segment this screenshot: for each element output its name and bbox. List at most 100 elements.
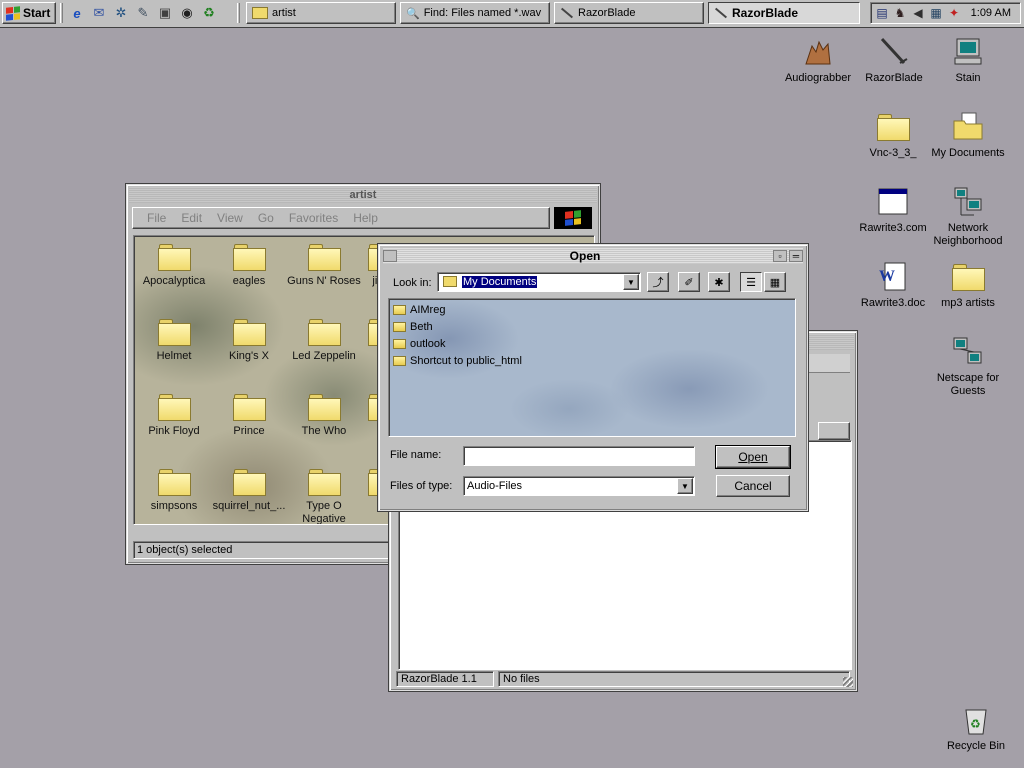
desktop-button[interactable]: ✐	[678, 272, 700, 292]
desktop-icon-audiograbber[interactable]: Audiograbber	[778, 35, 858, 85]
task-label: RazorBlade	[578, 7, 636, 19]
folder-item[interactable]: simpsons	[134, 469, 214, 513]
zoom-box-icon[interactable]: ▫	[773, 250, 787, 262]
file-name-input[interactable]	[463, 446, 695, 466]
folder-item[interactable]: eagles	[209, 244, 289, 288]
task-razorblade-active[interactable]: RazorBlade	[708, 2, 860, 24]
folder-label: simpsons	[150, 500, 198, 512]
winamp-icon[interactable]: ◉	[178, 4, 196, 22]
details-view-button[interactable]: ▦	[764, 272, 786, 292]
network-neighborhood-icon	[951, 185, 985, 219]
desktop-icon-my-documents[interactable]: My Documents	[928, 110, 1008, 160]
menu-go[interactable]: Go	[258, 211, 274, 225]
outlook-icon[interactable]: ✉	[90, 4, 108, 22]
menu-help[interactable]: Help	[353, 211, 378, 225]
folder-icon	[158, 469, 191, 496]
files-of-type-dropdown[interactable]: Audio-Files ▼	[463, 476, 695, 496]
start-button[interactable]: Start	[2, 2, 56, 24]
menu-file[interactable]: File	[147, 211, 166, 225]
program-icon	[876, 185, 910, 219]
icon-label: Rawrite3.doc	[860, 297, 926, 309]
status-version-text: RazorBlade 1.1	[401, 673, 477, 685]
status-text: 1 object(s) selected	[137, 544, 233, 556]
menu-view[interactable]: View	[217, 211, 243, 225]
speaker-icon[interactable]: ◀	[910, 5, 926, 21]
list-item[interactable]: Beth	[393, 319, 433, 335]
windows-throbber-icon	[554, 207, 592, 229]
collapse-box-icon[interactable]: ═	[789, 250, 803, 262]
task-find-files[interactable]: 🔍 Find: Files named *.wav	[400, 2, 550, 24]
task-artist[interactable]: artist	[246, 2, 396, 24]
desktop-icon-rawrite3-doc[interactable]: W Rawrite3.doc	[853, 260, 933, 310]
desktop-icon-recycle-bin[interactable]: ♻ Recycle Bin	[936, 703, 1016, 753]
notepad-icon[interactable]: ✎	[134, 4, 152, 22]
folder-icon	[158, 244, 191, 271]
cancel-button[interactable]: Cancel	[716, 475, 790, 497]
folder-label: squirrel_nut_...	[212, 500, 286, 512]
desktop-icon-vnc[interactable]: Vnc-3_3_	[853, 110, 933, 160]
system-tray: ▤ ♞ ◀ ▦ ✦ 1:09 AM	[870, 2, 1021, 24]
task-razorblade[interactable]: RazorBlade	[554, 2, 704, 24]
channels-icon[interactable]: ♻	[200, 4, 218, 22]
folder-item[interactable]: squirrel_nut_...	[209, 469, 289, 513]
open-button[interactable]: Open	[715, 445, 791, 469]
folder-label: eagles	[232, 275, 266, 287]
shortcut-folder-icon	[393, 356, 406, 366]
folder-item[interactable]: Helmet	[134, 319, 214, 363]
list-item[interactable]: Shortcut to public_html	[393, 353, 522, 369]
desktop-icon-mp3-artists[interactable]: mp3 artists	[928, 260, 1008, 310]
folder-item[interactable]: Prince	[209, 394, 289, 438]
razor-icon	[560, 7, 574, 19]
find-icon: 🔍	[406, 7, 420, 20]
my-documents-icon	[443, 276, 457, 287]
desktop-icon-razorblade[interactable]: RazorBlade	[854, 35, 934, 85]
column-header-cell[interactable]	[818, 422, 850, 440]
up-one-level-button[interactable]: ⤴	[647, 272, 669, 292]
monitor-icon[interactable]: ▤	[874, 5, 890, 21]
desktop-icon-stain[interactable]: Stain	[928, 35, 1008, 85]
open-label: Open	[738, 450, 768, 464]
new-folder-icon: ✱	[714, 276, 724, 289]
my-documents-icon	[951, 110, 985, 144]
folder-icon	[233, 319, 266, 346]
svg-text:W: W	[879, 268, 895, 285]
folder-label: The Who	[301, 425, 347, 437]
clock[interactable]: 1:09 AM	[971, 7, 1011, 19]
list-item[interactable]: AIMreg	[393, 302, 445, 318]
dropdown-arrow-icon[interactable]: ▼	[677, 478, 693, 494]
internet-explorer-icon[interactable]: e	[68, 4, 86, 22]
icon-label: Network Neighborhood	[933, 222, 1003, 247]
file-name: Beth	[410, 321, 433, 333]
folder-item[interactable]: Pink Floyd	[134, 394, 214, 438]
folder-item[interactable]: King's X	[209, 319, 289, 363]
artist-titlebar[interactable]: artist	[129, 187, 597, 203]
start-label: Start	[23, 6, 51, 20]
resize-grip[interactable]	[843, 677, 853, 687]
folder-icon	[158, 394, 191, 421]
folder-label: Prince	[233, 425, 265, 437]
list-item[interactable]: outlook	[393, 336, 445, 352]
toolbar-handle[interactable]	[60, 3, 63, 23]
dialog-titlebar[interactable]: Open ▫ ═	[383, 248, 803, 264]
mail-tray-icon[interactable]: ✦	[946, 5, 962, 21]
desktop-icon-netscape[interactable]: Netscape for Guests	[928, 335, 1008, 398]
dropdown-arrow-icon[interactable]: ▼	[623, 274, 639, 290]
network-icon[interactable]: ✲	[112, 4, 130, 22]
look-in-dropdown[interactable]: My Documents ▼	[437, 272, 641, 292]
look-in-value: My Documents	[462, 276, 538, 288]
cow-icon[interactable]: ♞	[892, 5, 908, 21]
menu-favorites[interactable]: Favorites	[289, 211, 338, 225]
desktop-icon-rawrite3-com[interactable]: Rawrite3.com	[853, 185, 933, 235]
menu-edit[interactable]: Edit	[181, 211, 202, 225]
folder-item[interactable]: Apocalyptica	[134, 244, 214, 288]
desktop-icon[interactable]: ▣	[156, 4, 174, 22]
new-folder-button[interactable]: ✱	[708, 272, 730, 292]
close-box-icon[interactable]	[383, 250, 397, 262]
folder-icon	[393, 339, 406, 349]
list-view-button[interactable]: ☰	[740, 272, 762, 292]
toolbar-handle[interactable]	[237, 3, 240, 23]
desktop-icon-network-neighborhood[interactable]: Network Neighborhood	[928, 185, 1008, 248]
recycle-bin-icon: ♻	[959, 703, 993, 737]
folder-icon	[308, 394, 341, 421]
network-tray-icon[interactable]: ▦	[928, 5, 944, 21]
